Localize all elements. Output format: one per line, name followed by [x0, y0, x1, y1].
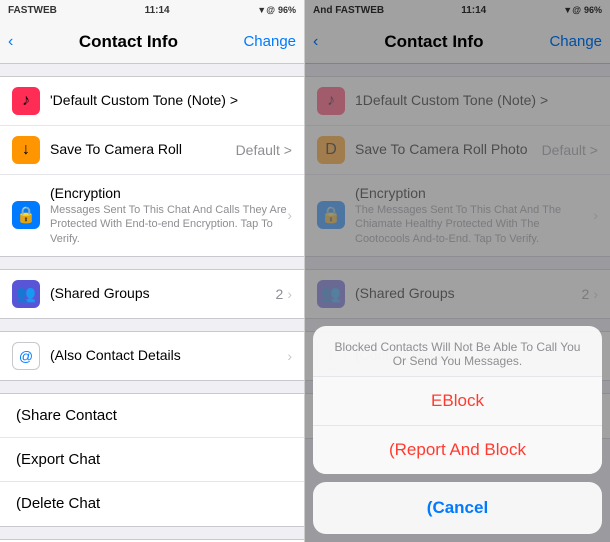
contact-details-icon: @ — [12, 342, 40, 370]
left-row-contact-details[interactable]: @ (Also Contact Details › — [0, 332, 304, 380]
left-row-groups[interactable]: 👥 (Shared Groups 2 › — [0, 270, 304, 318]
groups-icon: 👥 — [12, 280, 40, 308]
tone-title: 'Default Custom Tone (Note) > — [50, 92, 238, 108]
action-sheet-cancel-group: (Cancel — [313, 482, 602, 534]
left-export-chat[interactable]: (Export Chat — [0, 438, 304, 482]
left-row-encryption[interactable]: 🔒 (Encryption Messages Sent To This Chat… — [0, 175, 304, 256]
groups-title: (Shared Groups — [50, 285, 150, 301]
left-row-camera[interactable]: ↓ Save To Camera Roll Default > — [0, 126, 304, 175]
encryption-subtitle: Messages Sent To This Chat And Calls The… — [50, 203, 287, 246]
left-time: 11:14 — [145, 5, 170, 16]
encryption-content: (Encryption Messages Sent To This Chat A… — [50, 185, 287, 246]
left-panel: FASTWEB 11:14 ▼@ 96% ‹ Contact Info Chan… — [0, 0, 305, 542]
groups-right: 2 › — [276, 286, 292, 302]
left-groups-section: 👥 (Shared Groups 2 › — [0, 269, 304, 319]
camera-right: Default > — [236, 142, 292, 158]
encryption-title: (Encryption — [50, 185, 287, 201]
encryption-chevron: › — [287, 207, 292, 223]
export-chat-label: (Export Chat — [16, 451, 100, 468]
action-sheet-main-group: Blocked Contacts Will Not Be Able To Cal… — [313, 326, 602, 474]
tone-icon: ♪ — [12, 87, 40, 115]
left-change-button[interactable]: Change — [243, 33, 296, 50]
camera-value: Default > — [236, 142, 292, 158]
battery-icon: 96% — [278, 5, 296, 15]
contact-details-content: (Also Contact Details — [50, 347, 287, 365]
left-nav-title: Contact Info — [79, 32, 178, 52]
delete-chat-label: (Delete Chat — [16, 495, 100, 512]
left-status-bar: FASTWEB 11:14 ▼@ 96% — [0, 0, 304, 20]
tone-content: 'Default Custom Tone (Note) > — [50, 92, 292, 110]
groups-content: (Shared Groups — [50, 285, 276, 303]
contact-details-title: (Also Contact Details — [50, 347, 181, 363]
camera-icon: ↓ — [12, 136, 40, 164]
action-sheet-backdrop: Blocked Contacts Will Not Be Able To Cal… — [305, 0, 610, 542]
block-button[interactable]: EBlock — [313, 377, 602, 426]
contact-details-right: › — [287, 348, 292, 364]
left-row-tone[interactable]: ♪ 'Default Custom Tone (Note) > — [0, 77, 304, 126]
groups-chevron: › — [287, 286, 292, 302]
left-back-button[interactable]: ‹ — [8, 33, 13, 51]
left-delete-chat[interactable]: (Delete Chat — [0, 482, 304, 526]
groups-value: 2 — [276, 286, 284, 302]
action-sheet-message: Blocked Contacts Will Not Be Able To Cal… — [313, 326, 602, 377]
left-status-icons: ▼@ 96% — [257, 5, 296, 15]
left-actions-section: (Share Contact (Export Chat (Delete Chat — [0, 393, 304, 527]
action-sheet: Blocked Contacts Will Not Be Able To Cal… — [313, 326, 602, 534]
left-share-contact[interactable]: (Share Contact — [0, 394, 304, 438]
camera-title: Save To Camera Roll — [50, 141, 182, 157]
left-main-section: ♪ 'Default Custom Tone (Note) > ↓ Save T… — [0, 76, 304, 257]
left-contacts-section: @ (Also Contact Details › — [0, 331, 304, 381]
wifi-icon: ▼@ — [257, 5, 275, 15]
left-nav-bar: ‹ Contact Info Change — [0, 20, 304, 64]
contact-details-chevron: › — [287, 348, 292, 364]
cancel-button[interactable]: (Cancel — [313, 482, 602, 534]
report-and-block-button[interactable]: (Report And Block — [313, 426, 602, 474]
share-contact-label: (Share Contact — [16, 407, 117, 424]
left-carrier: FASTWEB — [8, 5, 57, 16]
camera-content: Save To Camera Roll — [50, 141, 236, 159]
encryption-right: › — [287, 207, 292, 223]
left-settings-list: ♪ 'Default Custom Tone (Note) > ↓ Save T… — [0, 64, 304, 542]
right-panel: And FASTWEB 11:14 ▼@ 96% ‹ Contact Info … — [305, 0, 610, 542]
encryption-icon: 🔒 — [12, 201, 40, 229]
